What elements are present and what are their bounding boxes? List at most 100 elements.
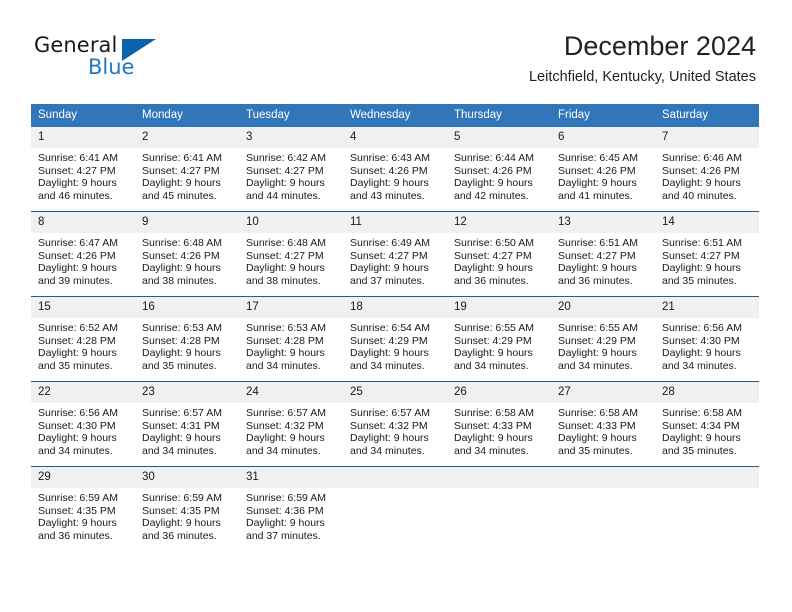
sunset-text: Sunset: 4:26 PM — [558, 164, 636, 177]
daylight-text-line2: and 36 minutes. — [558, 274, 633, 287]
sunset-text: Sunset: 4:26 PM — [662, 164, 740, 177]
day-details: Sunrise: 6:51 AM Sunset: 4:27 PM Daylight:… — [551, 233, 655, 287]
weekday-header-sunday: Sunday — [31, 104, 135, 127]
calendar-cell[interactable]: 31 Sunrise: 6:59 AM Sunset: 4:36 PM Dayligh… — [239, 466, 343, 551]
day-cell: 30 Sunrise: 6:59 AM Sunset: 4:35 PM Dayligh… — [135, 467, 239, 551]
sunrise-text: Sunrise: 6:46 AM — [662, 152, 742, 164]
day-number: 7 — [655, 127, 759, 148]
daylight-text-line1: Daylight: 9 hours — [558, 177, 637, 190]
daylight-text-line1: Daylight: 9 hours — [454, 432, 533, 445]
day-cell: 12 Sunrise: 6:50 AM Sunset: 4:27 PM Dayligh… — [447, 212, 551, 296]
day-cell: 24 Sunrise: 6:57 AM Sunset: 4:32 PM Dayligh… — [239, 382, 343, 466]
calendar-cell[interactable]: 25 Sunrise: 6:57 AM Sunset: 4:32 PM Dayligh… — [343, 381, 447, 467]
sunrise-text: Sunrise: 6:43 AM — [350, 152, 430, 164]
calendar-cell[interactable]: 7 Sunrise: 6:46 AM Sunset: 4:26 PM Daylight… — [655, 127, 759, 212]
sunset-text: Sunset: 4:32 PM — [350, 419, 428, 432]
calendar-cell[interactable]: 16 Sunrise: 6:53 AM Sunset: 4:28 PM Dayligh… — [135, 296, 239, 382]
day-cell: 14 Sunrise: 6:51 AM Sunset: 4:27 PM Dayligh… — [655, 212, 759, 296]
calendar-cell[interactable]: 13 Sunrise: 6:51 AM Sunset: 4:27 PM Dayligh… — [551, 211, 655, 297]
day-details: Sunrise: 6:42 AM Sunset: 4:27 PM Daylight:… — [239, 148, 343, 202]
calendar-cell[interactable]: 15 Sunrise: 6:52 AM Sunset: 4:28 PM Dayligh… — [31, 296, 135, 382]
calendar-cell[interactable]: 11 Sunrise: 6:49 AM Sunset: 4:27 PM Dayligh… — [343, 211, 447, 297]
general-blue-logo[interactable]: General Blue — [34, 33, 214, 85]
sunrise-text: Sunrise: 6:53 AM — [142, 322, 222, 334]
daylight-text-line1: Daylight: 9 hours — [350, 177, 429, 190]
day-number: 31 — [239, 467, 343, 488]
calendar-cell[interactable]: 6 Sunrise: 6:45 AM Sunset: 4:26 PM Daylight… — [551, 127, 655, 212]
sunset-text: Sunset: 4:29 PM — [350, 334, 428, 347]
day-cell: 28 Sunrise: 6:58 AM Sunset: 4:34 PM Dayligh… — [655, 382, 759, 466]
day-details: Sunrise: 6:43 AM Sunset: 4:26 PM Daylight:… — [343, 148, 447, 202]
day-details: Sunrise: 6:50 AM Sunset: 4:27 PM Daylight:… — [447, 233, 551, 287]
day-cell: 4 Sunrise: 6:43 AM Sunset: 4:26 PM Daylight… — [343, 127, 447, 211]
daylight-text-line2: and 34 minutes. — [142, 444, 217, 457]
daylight-text-line2: and 34 minutes. — [558, 359, 633, 372]
sunset-text: Sunset: 4:33 PM — [558, 419, 636, 432]
calendar-cell[interactable]: 5 Sunrise: 6:44 AM Sunset: 4:26 PM Daylight… — [447, 127, 551, 212]
calendar-cell[interactable]: 14 Sunrise: 6:51 AM Sunset: 4:27 PM Dayligh… — [655, 211, 759, 297]
daylight-text-line1: Daylight: 9 hours — [350, 262, 429, 275]
calendar-cell[interactable]: 29 Sunrise: 6:59 AM Sunset: 4:35 PM Dayligh… — [31, 466, 135, 551]
calendar-cell[interactable]: 1 Sunrise: 6:41 AM Sunset: 4:27 PM Daylight… — [31, 127, 135, 212]
calendar-week-row: 29 Sunrise: 6:59 AM Sunset: 4:35 PM Dayligh… — [31, 466, 759, 551]
day-cell: 2 Sunrise: 6:41 AM Sunset: 4:27 PM Daylight… — [135, 127, 239, 211]
sunset-text: Sunset: 4:26 PM — [454, 164, 532, 177]
day-number: 30 — [135, 467, 239, 488]
sunrise-sunset-calendar: Sunday Monday Tuesday Wednesday Thursday… — [31, 104, 759, 551]
daylight-text-line1: Daylight: 9 hours — [142, 517, 221, 530]
day-number: 13 — [551, 212, 655, 233]
calendar-cell[interactable]: 28 Sunrise: 6:58 AM Sunset: 4:34 PM Dayligh… — [655, 381, 759, 467]
day-number: 19 — [447, 297, 551, 318]
calendar-cell[interactable]: 3 Sunrise: 6:42 AM Sunset: 4:27 PM Daylight… — [239, 127, 343, 212]
daylight-text-line1: Daylight: 9 hours — [246, 177, 325, 190]
calendar-cell[interactable]: 2 Sunrise: 6:41 AM Sunset: 4:27 PM Daylight… — [135, 127, 239, 212]
calendar-cell[interactable]: 23 Sunrise: 6:57 AM Sunset: 4:31 PM Dayligh… — [135, 381, 239, 467]
day-number: 27 — [551, 382, 655, 403]
day-number — [343, 467, 447, 488]
day-details: Sunrise: 6:52 AM Sunset: 4:28 PM Daylight:… — [31, 318, 135, 372]
sunrise-text: Sunrise: 6:57 AM — [142, 407, 222, 419]
calendar-cell[interactable]: 18 Sunrise: 6:54 AM Sunset: 4:29 PM Dayligh… — [343, 296, 447, 382]
sunrise-text: Sunrise: 6:41 AM — [38, 152, 118, 164]
daylight-text-line1: Daylight: 9 hours — [246, 262, 325, 275]
weekday-header-thursday: Thursday — [447, 104, 551, 127]
daylight-text-line1: Daylight: 9 hours — [662, 262, 741, 275]
day-cell-empty — [551, 467, 655, 551]
daylight-text-line2: and 41 minutes. — [558, 189, 633, 202]
calendar-cell[interactable]: 22 Sunrise: 6:56 AM Sunset: 4:30 PM Dayligh… — [31, 381, 135, 467]
day-number: 9 — [135, 212, 239, 233]
day-number — [551, 467, 655, 488]
day-details: Sunrise: 6:58 AM Sunset: 4:33 PM Daylight:… — [447, 403, 551, 457]
sunrise-text: Sunrise: 6:48 AM — [142, 237, 222, 249]
calendar-cell[interactable]: 19 Sunrise: 6:55 AM Sunset: 4:29 PM Dayligh… — [447, 296, 551, 382]
sunrise-text: Sunrise: 6:44 AM — [454, 152, 534, 164]
daylight-text-line2: and 36 minutes. — [38, 529, 113, 542]
day-cell: 10 Sunrise: 6:48 AM Sunset: 4:27 PM Dayligh… — [239, 212, 343, 296]
calendar-cell[interactable]: 26 Sunrise: 6:58 AM Sunset: 4:33 PM Dayligh… — [447, 381, 551, 467]
sunset-text: Sunset: 4:28 PM — [142, 334, 220, 347]
calendar-cell[interactable]: 4 Sunrise: 6:43 AM Sunset: 4:26 PM Daylight… — [343, 127, 447, 212]
calendar-cell[interactable]: 10 Sunrise: 6:48 AM Sunset: 4:27 PM Dayligh… — [239, 211, 343, 297]
calendar-cell[interactable]: 17 Sunrise: 6:53 AM Sunset: 4:28 PM Dayligh… — [239, 296, 343, 382]
calendar-cell[interactable]: 20 Sunrise: 6:55 AM Sunset: 4:29 PM Dayligh… — [551, 296, 655, 382]
day-number: 10 — [239, 212, 343, 233]
daylight-text-line2: and 46 minutes. — [38, 189, 113, 202]
sunrise-text: Sunrise: 6:42 AM — [246, 152, 326, 164]
day-details: Sunrise: 6:54 AM Sunset: 4:29 PM Daylight:… — [343, 318, 447, 372]
calendar-cell[interactable]: 8 Sunrise: 6:47 AM Sunset: 4:26 PM Daylight… — [31, 211, 135, 297]
calendar-cell[interactable]: 21 Sunrise: 6:56 AM Sunset: 4:30 PM Dayligh… — [655, 296, 759, 382]
calendar-cell[interactable]: 30 Sunrise: 6:59 AM Sunset: 4:35 PM Dayligh… — [135, 466, 239, 551]
calendar-cell[interactable]: 24 Sunrise: 6:57 AM Sunset: 4:32 PM Dayligh… — [239, 381, 343, 467]
day-cell: 1 Sunrise: 6:41 AM Sunset: 4:27 PM Daylight… — [31, 127, 135, 211]
daylight-text-line1: Daylight: 9 hours — [662, 177, 741, 190]
calendar-cell[interactable]: 27 Sunrise: 6:58 AM Sunset: 4:33 PM Dayligh… — [551, 381, 655, 467]
calendar-cell[interactable]: 12 Sunrise: 6:50 AM Sunset: 4:27 PM Dayligh… — [447, 211, 551, 297]
calendar-cell[interactable]: 9 Sunrise: 6:48 AM Sunset: 4:26 PM Daylight… — [135, 211, 239, 297]
day-cell: 16 Sunrise: 6:53 AM Sunset: 4:28 PM Dayligh… — [135, 297, 239, 381]
sunset-text: Sunset: 4:26 PM — [142, 249, 220, 262]
sunset-text: Sunset: 4:28 PM — [246, 334, 324, 347]
day-details: Sunrise: 6:53 AM Sunset: 4:28 PM Daylight:… — [135, 318, 239, 372]
daylight-text-line2: and 44 minutes. — [246, 189, 321, 202]
daylight-text-line2: and 35 minutes. — [558, 444, 633, 457]
sunset-text: Sunset: 4:35 PM — [38, 504, 116, 517]
